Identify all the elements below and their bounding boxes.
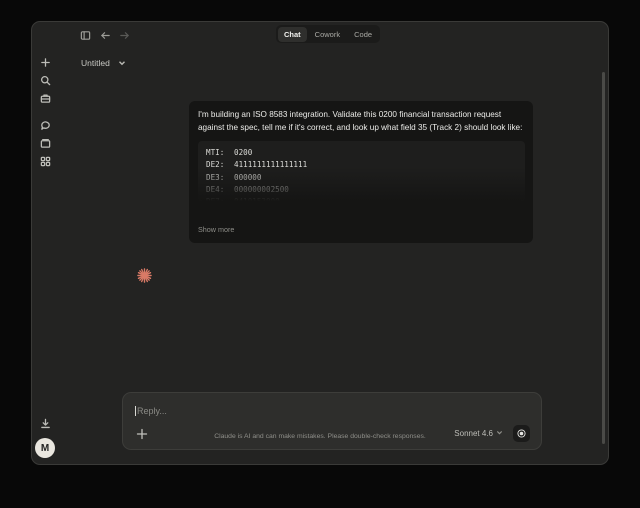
folder-icon[interactable] xyxy=(38,136,52,150)
briefcase-icon[interactable] xyxy=(38,91,52,105)
claude-spark-icon xyxy=(137,268,152,283)
chevron-down-icon xyxy=(118,54,126,72)
show-more-button[interactable]: Show more xyxy=(198,225,234,234)
code-line: DE2: 4111111111111111 xyxy=(206,159,517,171)
code-value: 0410153000 xyxy=(234,196,280,201)
conversation-title: Untitled xyxy=(81,58,110,68)
tab-code[interactable]: Code xyxy=(348,27,378,42)
code-line: DE4: 000000002500 xyxy=(206,184,517,196)
code-key: DE3: xyxy=(206,172,225,182)
app-window: M Chat Cowork Code Untitled I'm building… xyxy=(31,21,609,465)
composer: Reply... Sonnet 4.6 xyxy=(122,392,542,450)
reply-input[interactable]: Reply... xyxy=(135,406,167,416)
code-line: DE7: 0410153000 xyxy=(206,196,517,201)
avatar[interactable]: M xyxy=(35,438,55,458)
tab-chat[interactable]: Chat xyxy=(278,26,307,42)
code-key: DE7: xyxy=(206,196,234,201)
code-value: 000000002500 xyxy=(234,185,289,195)
user-message: I'm building an ISO 8583 integration. Va… xyxy=(189,101,533,243)
code-block: MTI: 0200 DE2: 4111111111111111 DE3: 000… xyxy=(198,141,525,202)
conversation-title-menu[interactable]: Untitled xyxy=(81,54,126,72)
download-icon[interactable] xyxy=(38,416,52,430)
code-value: 0200 xyxy=(234,148,253,158)
sidebar-toggle-icon[interactable] xyxy=(78,28,92,42)
disclaimer-text: Claude is AI and can make mistakes. Plea… xyxy=(214,433,426,440)
apps-icon[interactable] xyxy=(38,154,52,168)
new-chat-icon[interactable] xyxy=(38,55,52,69)
message-text: I'm building an ISO 8583 integration. Va… xyxy=(198,110,523,132)
code-line: MTI: 0200 xyxy=(206,147,517,159)
search-icon[interactable] xyxy=(38,73,52,87)
code-key: MTI: xyxy=(206,148,225,158)
code-value: 000000 xyxy=(234,172,262,182)
scrollbar[interactable] xyxy=(602,72,605,444)
code-key: DE4: xyxy=(206,185,225,195)
code-key: DE2: xyxy=(206,160,225,170)
tab-cowork[interactable]: Cowork xyxy=(309,27,346,42)
forward-arrow-icon[interactable] xyxy=(117,28,131,42)
code-value: 4111111111111111 xyxy=(234,160,308,170)
back-arrow-icon[interactable] xyxy=(98,28,112,42)
left-rail: M xyxy=(32,22,58,464)
mode-tabs: Chat Cowork Code xyxy=(276,25,381,43)
chat-bubble-icon[interactable] xyxy=(38,118,52,132)
code-line: DE3: 000000 xyxy=(206,172,517,184)
